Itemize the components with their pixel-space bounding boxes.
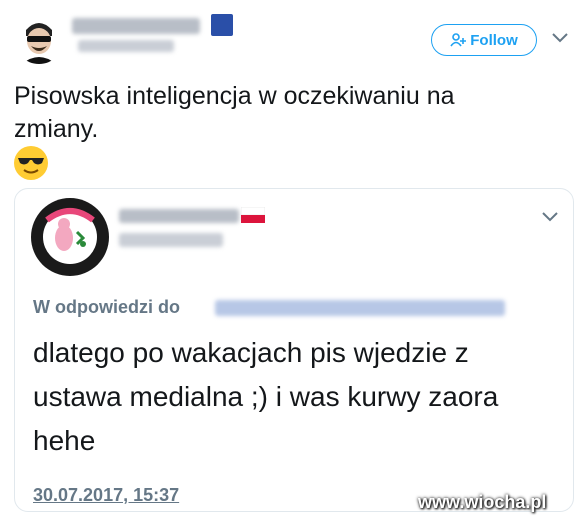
site-watermark: www.wiocha.pl xyxy=(418,492,547,512)
author-badge-flag xyxy=(211,14,233,36)
quoted-author-avatar[interactable] xyxy=(31,198,109,276)
quoted-author-logo xyxy=(32,199,108,275)
quoted-tweet-card[interactable]: W odpowiedzi do dlatego po wakacjach pis… xyxy=(14,188,574,512)
follow-button[interactable]: Follow xyxy=(431,24,537,56)
author-avatar-image xyxy=(14,14,64,64)
quoted-author-handle-blurred xyxy=(119,233,223,247)
add-person-icon xyxy=(450,33,467,47)
reply-to-label: W odpowiedzi do xyxy=(33,297,180,317)
quoted-tweet-text: dlatego po wakacjach pis wjedzie z ustaw… xyxy=(33,337,499,456)
author-avatar[interactable] xyxy=(14,14,64,64)
reply-to-line: W odpowiedzi do xyxy=(33,297,180,318)
quoted-more-chevron-icon[interactable] xyxy=(541,211,559,223)
tweet-text: Pisowska inteligencja w oczekiwaniu na z… xyxy=(14,82,455,143)
more-options-chevron-icon[interactable] xyxy=(551,32,569,44)
follow-label: Follow xyxy=(470,31,518,49)
quoted-author-name-blurred xyxy=(119,209,239,223)
reply-to-handles-blurred[interactable] xyxy=(215,300,505,316)
sunglasses-emoji-icon xyxy=(14,146,48,180)
author-handle-blurred xyxy=(78,40,174,52)
tweet-timestamp-link[interactable]: 30.07.2017, 15:37 xyxy=(33,485,179,506)
author-name-blurred xyxy=(72,18,200,34)
poland-flag-icon xyxy=(241,207,265,223)
